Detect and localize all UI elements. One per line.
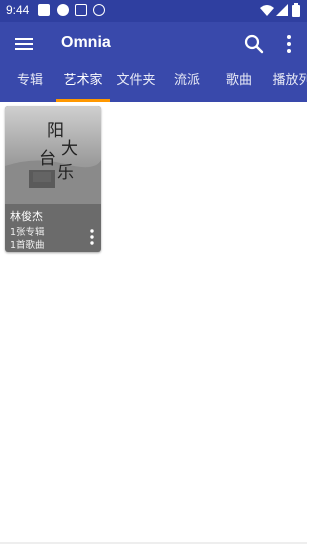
art-text-char: 台 <box>39 149 56 169</box>
album-art-image: 阳 大 台 乐 <box>5 106 101 204</box>
tab-playlists[interactable]: 播放列 <box>265 66 307 102</box>
battery-icon <box>292 3 300 17</box>
hamburger-menu-icon[interactable] <box>12 32 36 56</box>
status-bar: 9:44 <box>0 0 307 22</box>
artist-song-count: 1首歌曲 <box>10 240 45 251</box>
square-notification-icon <box>38 4 50 16</box>
clock-circle-icon <box>93 4 105 16</box>
a-box-icon <box>75 4 87 16</box>
artist-album-count: 1张专辑 <box>10 227 45 238</box>
more-vertical-icon[interactable] <box>277 32 301 56</box>
tab-albums[interactable]: 专辑 <box>3 66 57 102</box>
app-title: Omnia <box>61 34 111 51</box>
tab-songs[interactable]: 歌曲 <box>212 66 266 102</box>
art-text-char: 乐 <box>57 163 74 183</box>
tab-artists[interactable]: 艺术家 <box>56 66 110 102</box>
artist-card[interactable]: 阳 大 台 乐 林俊杰 1张专辑 1首歌曲 <box>5 106 101 252</box>
tab-genres[interactable]: 流派 <box>160 66 214 102</box>
art-text-char: 阳 <box>47 121 64 141</box>
wifi-icon <box>260 5 274 16</box>
search-icon[interactable] <box>242 32 266 56</box>
alert-circle-icon <box>57 4 69 16</box>
card-more-vertical-icon[interactable] <box>85 228 99 246</box>
tab-folders[interactable]: 文件夹 <box>109 66 163 102</box>
signal-icon <box>276 4 288 16</box>
art-text-char: 大 <box>61 139 78 159</box>
app-bar: Omnia <box>0 22 307 66</box>
bottom-divider <box>0 542 307 544</box>
artist-name: 林俊杰 <box>10 210 43 223</box>
tab-bar: 专辑 艺术家 文件夹 流派 歌曲 播放列 <box>0 66 307 102</box>
status-time: 9:44 <box>6 3 30 17</box>
tab-indicator <box>56 99 110 102</box>
